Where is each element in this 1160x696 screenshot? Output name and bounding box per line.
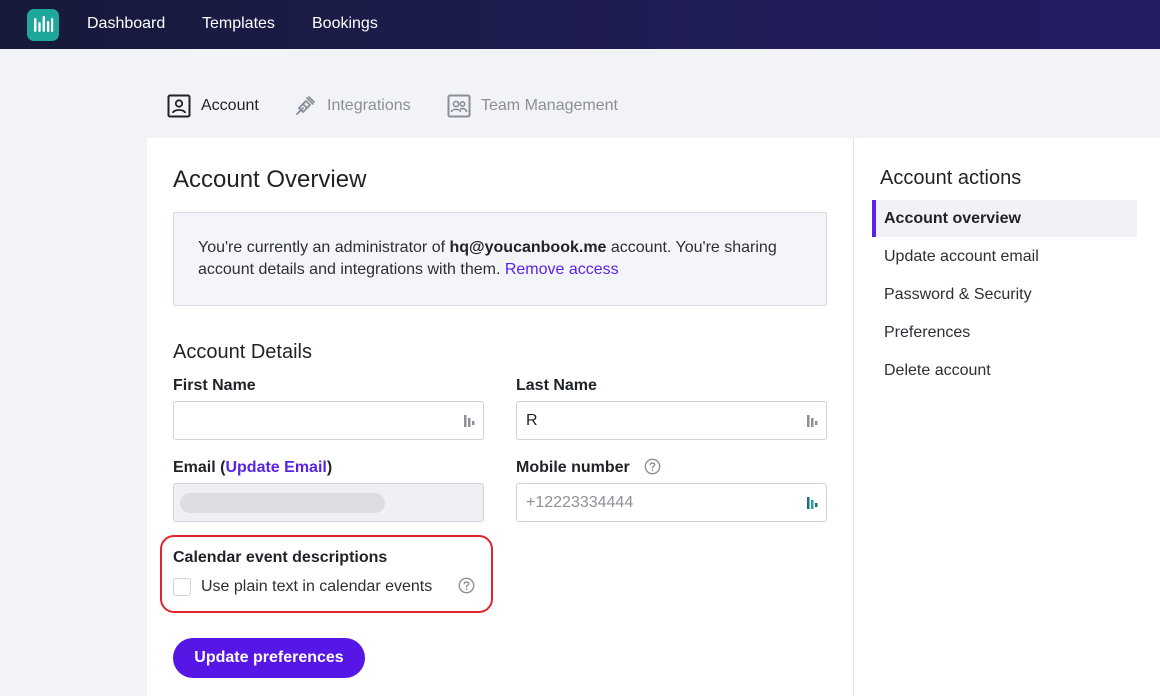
- highlight-outline: [160, 535, 493, 613]
- notice-text-prefix: You're currently an administrator of: [198, 239, 450, 256]
- redacted-email: [180, 493, 385, 513]
- password-manager-icon[interactable]: [807, 413, 819, 429]
- last-name-value: R: [526, 411, 538, 429]
- email-label-suffix: ): [326, 459, 333, 476]
- last-name-input[interactable]: R: [516, 401, 827, 440]
- remove-access-link[interactable]: Remove access: [505, 261, 619, 278]
- page-title: Account Overview: [173, 166, 367, 193]
- help-icon[interactable]: [458, 577, 475, 594]
- last-name-label: Last Name: [516, 377, 597, 394]
- admin-notice: You're currently an administrator of hq@…: [173, 212, 827, 306]
- password-manager-icon[interactable]: [807, 495, 819, 511]
- plain-text-checkbox-label[interactable]: Use plain text in calendar events: [201, 578, 432, 596]
- top-nav: Dashboard Templates Bookings: [0, 0, 1160, 49]
- calendar-descriptions-title: Calendar event descriptions: [173, 549, 388, 566]
- nav-dashboard[interactable]: Dashboard: [87, 15, 165, 33]
- help-icon[interactable]: [644, 458, 661, 475]
- tab-integrations-label: Integrations: [327, 97, 411, 114]
- sidebar-item-password-security[interactable]: Password & Security: [872, 276, 1137, 313]
- email-label: Email (Update Email): [173, 459, 332, 477]
- tab-team-management-label: Team Management: [481, 97, 618, 114]
- account-actions-title: Account actions: [880, 167, 1022, 189]
- nav-templates[interactable]: Templates: [202, 15, 275, 33]
- tab-account-label: Account: [201, 97, 259, 114]
- update-email-link[interactable]: Update Email: [225, 459, 326, 476]
- sidebar-item-account-overview[interactable]: Account overview: [872, 200, 1137, 237]
- sidebar-item-update-email[interactable]: Update account email: [872, 238, 1137, 275]
- email-field: [173, 483, 484, 522]
- update-preferences-button[interactable]: Update preferences: [173, 638, 365, 678]
- plug-icon: [296, 96, 315, 115]
- nav-bookings[interactable]: Bookings: [312, 15, 378, 33]
- mobile-placeholder: +12223334444: [526, 493, 634, 511]
- mobile-input[interactable]: +12223334444: [516, 483, 827, 522]
- notice-account: hq@youcanbook.me: [449, 239, 607, 256]
- plain-text-checkbox[interactable]: [173, 578, 191, 596]
- account-details-heading: Account Details: [173, 341, 312, 363]
- tab-account[interactable]: Account: [167, 94, 259, 118]
- sidebar-item-delete-account[interactable]: Delete account: [872, 352, 1137, 389]
- sidebar-item-preferences[interactable]: Preferences: [872, 314, 1137, 351]
- account-icon: [167, 94, 191, 118]
- tab-team-management[interactable]: Team Management: [447, 94, 618, 118]
- team-icon: [447, 94, 471, 118]
- email-label-prefix: Email (: [173, 459, 226, 476]
- mobile-label: Mobile number: [516, 459, 630, 476]
- first-name-input[interactable]: [173, 401, 484, 440]
- password-manager-icon[interactable]: [464, 413, 476, 429]
- app-logo-icon[interactable]: [27, 9, 59, 41]
- tab-integrations[interactable]: Integrations: [293, 94, 411, 118]
- first-name-label: First Name: [173, 377, 256, 394]
